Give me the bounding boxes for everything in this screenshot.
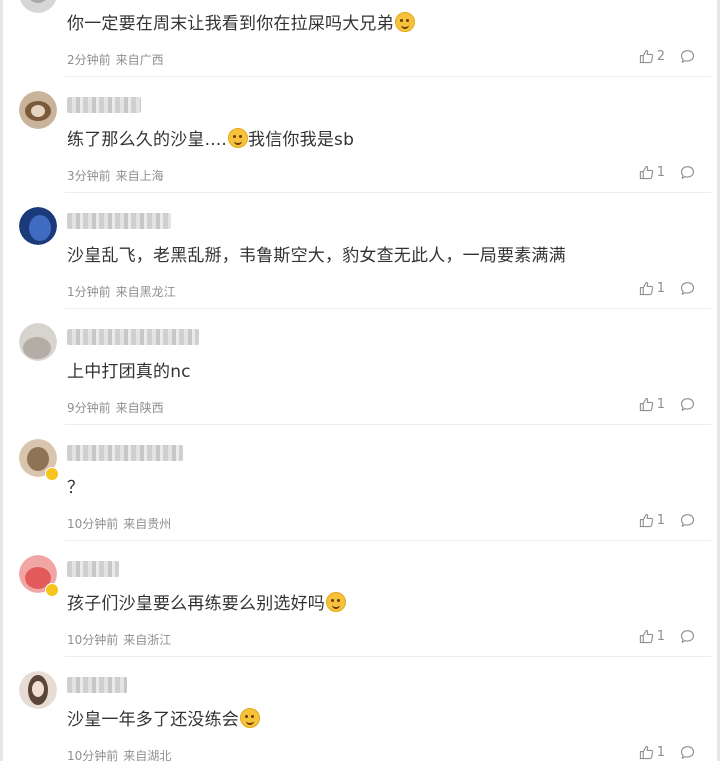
comment-text: 沙皇一年多了还没练会 — [67, 705, 260, 730]
comment-location: 来自上海 — [115, 169, 164, 183]
username-blurred[interactable] — [67, 445, 183, 461]
username-blurred[interactable] — [67, 97, 141, 113]
comment-item: 沙皇一年多了还没练会 10分钟前 来自湖北 1 — [3, 657, 717, 773]
comment-item: 沙皇乱飞，老黑乱掰，韦鲁斯空大，豹女查无此人，一局要素满满 1分钟前 来自黑龙江 … — [3, 193, 717, 309]
thumbs-up-icon — [639, 397, 653, 411]
comment-text: 沙皇乱飞，老黑乱掰，韦鲁斯空大，豹女查无此人，一局要素满满 — [67, 246, 566, 266]
comment-item: ？ 10分钟前 来自贵州 1 — [3, 425, 717, 541]
awkward-emoji-icon — [228, 128, 249, 148]
comment-actions: 1 — [639, 509, 695, 531]
comment-item: 孩子们沙皇要么再练要么别选好吗 10分钟前 来自浙江 1 — [3, 541, 717, 657]
avatar[interactable] — [19, 0, 57, 13]
comment-actions: 2 — [639, 45, 695, 67]
like-count: 1 — [656, 512, 665, 528]
comment-time: 1分钟前 — [67, 285, 111, 299]
comment-bubble-icon — [680, 165, 695, 179]
reply-button[interactable] — [680, 513, 695, 528]
username-blurred[interactable] — [67, 677, 127, 693]
comment-meta: 10分钟前 来自湖北 — [67, 747, 171, 764]
comment-time: 10分钟前 — [67, 517, 119, 531]
comment-time: 3分钟前 — [67, 169, 111, 183]
avatar[interactable] — [19, 671, 57, 709]
comment-time: 9分钟前 — [67, 401, 111, 415]
like-count: 1 — [656, 164, 665, 180]
reply-button[interactable] — [680, 281, 695, 296]
comment-location: 来自陕西 — [115, 401, 164, 415]
comment-meta: 1分钟前 来自黑龙江 — [67, 283, 176, 300]
comment-location: 来自黑龙江 — [115, 285, 176, 299]
comment-meta: 10分钟前 来自浙江 — [67, 631, 171, 648]
comment-bubble-icon — [680, 629, 695, 643]
comment-bubble-icon — [680, 397, 695, 411]
reply-button[interactable] — [680, 745, 695, 760]
avatar[interactable] — [19, 323, 57, 361]
comment-text: 上中打团真的nc — [67, 362, 191, 382]
thumbs-up-icon — [639, 49, 653, 63]
surprised-emoji-icon — [240, 708, 260, 728]
like-count: 1 — [656, 744, 665, 760]
comment-time: 2分钟前 — [67, 53, 111, 67]
comment-item: 上中打团真的nc 9分钟前 来自陕西 1 — [3, 309, 717, 425]
like-button[interactable]: 2 — [639, 49, 665, 64]
thumbs-up-icon — [639, 165, 653, 179]
comment-meta: 3分钟前 来自上海 — [67, 167, 164, 184]
comment-bubble-icon — [680, 513, 695, 527]
comment-location: 来自浙江 — [123, 633, 172, 647]
like-button[interactable]: 1 — [639, 513, 665, 528]
like-button[interactable]: 1 — [639, 165, 665, 180]
like-count: 1 — [656, 628, 665, 644]
comment-text: ？ — [67, 478, 85, 498]
comment-actions: 1 — [639, 741, 695, 763]
comment-meta: 10分钟前 来自贵州 — [67, 515, 171, 532]
like-count: 2 — [656, 48, 665, 64]
thumbs-up-icon — [639, 281, 653, 295]
thumbs-up-icon — [639, 629, 653, 643]
comment-bubble-icon — [680, 745, 695, 759]
avatar[interactable] — [19, 91, 57, 129]
comment-actions: 1 — [639, 393, 695, 415]
comment-text: 你一定要在周末让我看到你在拉屎吗大兄弟 — [67, 9, 415, 34]
comment-actions: 1 — [639, 277, 695, 299]
reply-button[interactable] — [680, 397, 695, 412]
smile-emoji-icon — [394, 12, 415, 32]
verified-badge-icon — [45, 583, 59, 597]
comment-bubble-icon — [680, 281, 695, 295]
thumbs-up-icon — [639, 513, 653, 527]
username-blurred[interactable] — [67, 213, 171, 229]
reply-button[interactable] — [680, 49, 695, 64]
comment-meta: 2分钟前 来自广西 — [67, 51, 164, 68]
like-count: 1 — [656, 280, 665, 296]
like-button[interactable]: 1 — [639, 281, 665, 296]
comment-actions: 1 — [639, 625, 695, 647]
like-button[interactable]: 1 — [639, 629, 665, 644]
like-count: 1 — [656, 396, 665, 412]
reply-button[interactable] — [680, 165, 695, 180]
comment-time: 10分钟前 — [67, 633, 119, 647]
like-button[interactable]: 1 — [639, 745, 665, 760]
thumbs-up-icon — [639, 745, 653, 759]
comment-item: 你一定要在周末让我看到你在拉屎吗大兄弟 2分钟前 来自广西 2 — [3, 0, 717, 77]
verified-badge-icon — [45, 467, 59, 481]
avatar[interactable] — [19, 207, 57, 245]
username-blurred[interactable] — [67, 561, 119, 577]
comment-actions: 1 — [639, 161, 695, 183]
comment-list: 你一定要在周末让我看到你在拉屎吗大兄弟 2分钟前 来自广西 2 练了那么久的沙皇.… — [3, 0, 717, 763]
comment-text: 孩子们沙皇要么再练要么别选好吗 — [67, 589, 346, 614]
laugh-emoji-icon — [326, 592, 346, 612]
comment-location: 来自广西 — [115, 53, 164, 67]
comment-location: 来自贵州 — [123, 517, 172, 531]
username-blurred[interactable] — [67, 329, 199, 345]
comment-bubble-icon — [680, 49, 695, 63]
comment-meta: 9分钟前 来自陕西 — [67, 399, 164, 416]
like-button[interactable]: 1 — [639, 397, 665, 412]
comment-item: 练了那么久的沙皇.... 我信你我是sb 3分钟前 来自上海 1 — [3, 77, 717, 193]
reply-button[interactable] — [680, 629, 695, 644]
comment-text: 练了那么久的沙皇.... 我信你我是sb — [67, 128, 355, 150]
